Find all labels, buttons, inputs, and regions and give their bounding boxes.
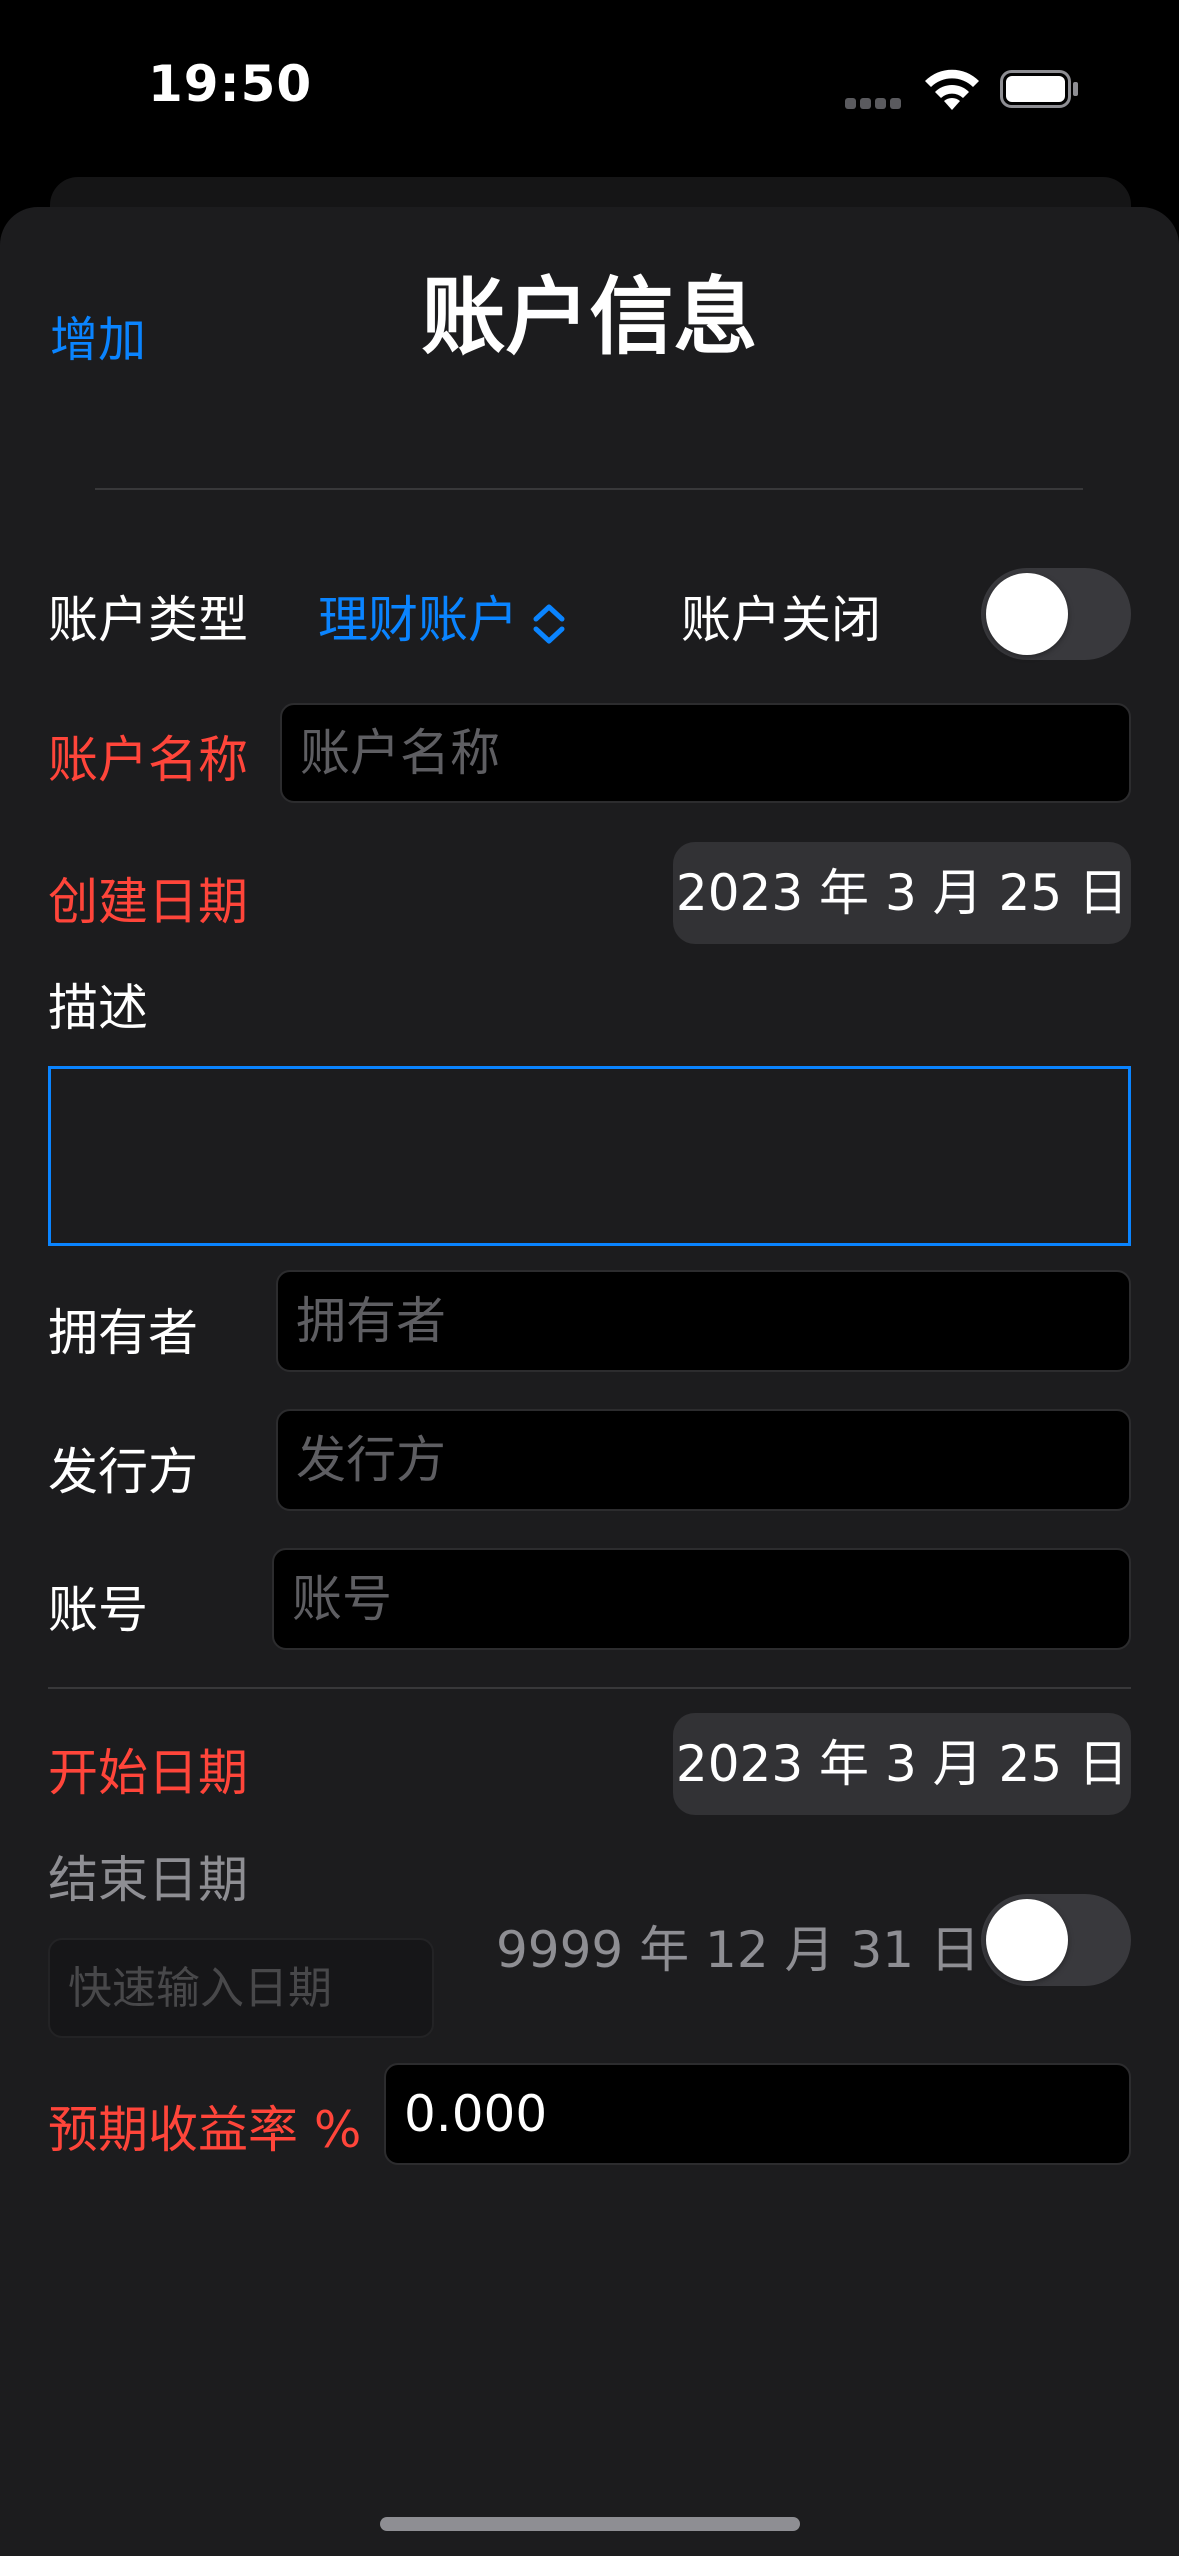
cellular-signal-icon (845, 94, 905, 109)
status-time: 19:50 (148, 55, 313, 113)
owner-field[interactable] (276, 1270, 1131, 1372)
description-textarea[interactable] (48, 1066, 1131, 1246)
wifi-icon (925, 69, 979, 110)
issuer-input[interactable] (278, 1411, 1129, 1509)
owner-input[interactable] (278, 1272, 1129, 1370)
header-divider (95, 488, 1083, 490)
expected-rate-field[interactable] (384, 2063, 1131, 2165)
account-name-input[interactable] (282, 705, 1129, 801)
expected-rate-input[interactable] (386, 2065, 1129, 2163)
quick-date-input[interactable] (50, 1940, 432, 2036)
account-sheet (0, 207, 1179, 2556)
battery-icon (1000, 70, 1078, 108)
account-type-label: 账户类型 (48, 591, 248, 649)
account-number-field[interactable] (272, 1548, 1131, 1650)
start-date-picker[interactable]: 2023 年 3 月 25 日 (673, 1713, 1131, 1815)
account-type-value: 理财账户 (318, 591, 518, 649)
account-type-picker[interactable]: 理财账户 (318, 580, 566, 652)
issuer-field[interactable] (276, 1409, 1131, 1511)
toggle-knob (986, 1899, 1068, 1981)
expected-rate-label: 预期收益率 % (48, 2101, 362, 2159)
account-number-label: 账号 (48, 1581, 148, 1639)
section-divider (48, 1687, 1131, 1689)
description-label: 描述 (48, 979, 148, 1037)
account-number-input[interactable] (274, 1550, 1129, 1648)
toggle-knob (986, 573, 1068, 655)
end-date-label: 结束日期 (48, 1851, 248, 1909)
page-title: 账户信息 (421, 268, 758, 366)
quick-date-field[interactable] (48, 1938, 434, 2038)
account-closed-toggle[interactable] (981, 568, 1131, 660)
created-date-label: 创建日期 (48, 873, 248, 931)
account-name-label: 账户名称 (48, 731, 248, 789)
home-indicator[interactable] (380, 2517, 800, 2531)
status-bar: 19:50 (0, 0, 1179, 170)
created-date-picker[interactable]: 2023 年 3 月 25 日 (673, 842, 1131, 944)
account-closed-label: 账户关闭 (681, 591, 881, 649)
end-date-toggle[interactable] (981, 1894, 1131, 1986)
issuer-label: 发行方 (48, 1443, 198, 1501)
owner-label: 拥有者 (48, 1304, 198, 1362)
start-date-label: 开始日期 (48, 1744, 248, 1802)
account-name-field[interactable] (280, 703, 1131, 803)
chevron-up-down-icon (533, 604, 565, 643)
end-date-value: 9999 年 12 月 31 日 (496, 1921, 980, 1979)
